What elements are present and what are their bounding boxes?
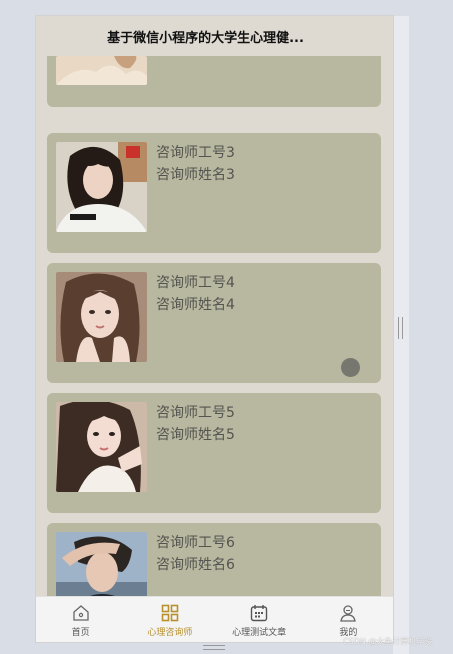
tab-counselor-label: 心理咨询师: [147, 627, 193, 638]
counselor-id: 咨询师工号6: [156, 535, 235, 551]
counselor-photo: [56, 142, 147, 232]
counselor-card-partial[interactable]: [47, 56, 381, 107]
counselor-photo: [56, 56, 147, 85]
bottom-tabbar: 首页 心理咨询师 心理测试文章 我的: [36, 596, 393, 642]
watermark-text: CSDN @大鱼计算机毕设: [343, 637, 433, 646]
resize-handle-vertical[interactable]: [398, 317, 403, 339]
counselor-name: 咨询师姓名3: [156, 167, 235, 183]
counselor-id: 咨询师工号5: [156, 405, 235, 421]
counselor-card[interactable]: 咨询师工号6 咨询师姓名6: [47, 523, 381, 596]
tab-articles-label: 心理测试文章: [232, 627, 287, 638]
counselor-photo: [56, 402, 147, 492]
nav-header: 基于微信小程序的大学生心理健...: [36, 16, 393, 56]
tab-articles[interactable]: 心理测试文章: [215, 597, 304, 642]
counselor-id: 咨询师工号4: [156, 275, 235, 291]
counselor-id: 咨询师工号3: [156, 145, 235, 161]
counselor-photo: [56, 272, 147, 362]
counselor-card[interactable]: 咨询师工号4 咨询师姓名4: [47, 263, 381, 383]
tab-home-label: 首页: [71, 627, 90, 638]
resize-handle-horizontal[interactable]: [203, 645, 225, 650]
tab-home[interactable]: 首页: [36, 597, 125, 642]
counselor-name: 咨询师姓名6: [156, 557, 235, 573]
calendar-icon: [249, 603, 269, 623]
grid-icon: [160, 603, 180, 623]
counselor-card[interactable]: 咨询师工号3 咨询师姓名3: [47, 133, 381, 253]
page-title: 基于微信小程序的大学生心理健...: [107, 30, 304, 46]
tab-counselor[interactable]: 心理咨询师: [125, 597, 214, 642]
phone-simulator: 基于微信小程序的大学生心理健... 咨询师工号3 咨询师姓名3 咨询师工号4 咨…: [36, 16, 393, 642]
counselor-name: 咨询师姓名5: [156, 427, 235, 443]
home-icon: [71, 603, 91, 623]
counselor-name: 咨询师姓名4: [156, 297, 235, 313]
counselor-list[interactable]: 咨询师工号3 咨询师姓名3 咨询师工号4 咨询师姓名4 咨询师工号5 咨询师姓名…: [36, 56, 393, 596]
touch-indicator: [341, 358, 360, 377]
counselor-photo: [56, 532, 147, 596]
counselor-card[interactable]: 咨询师工号5 咨询师姓名5: [47, 393, 381, 513]
user-icon: [338, 603, 358, 623]
